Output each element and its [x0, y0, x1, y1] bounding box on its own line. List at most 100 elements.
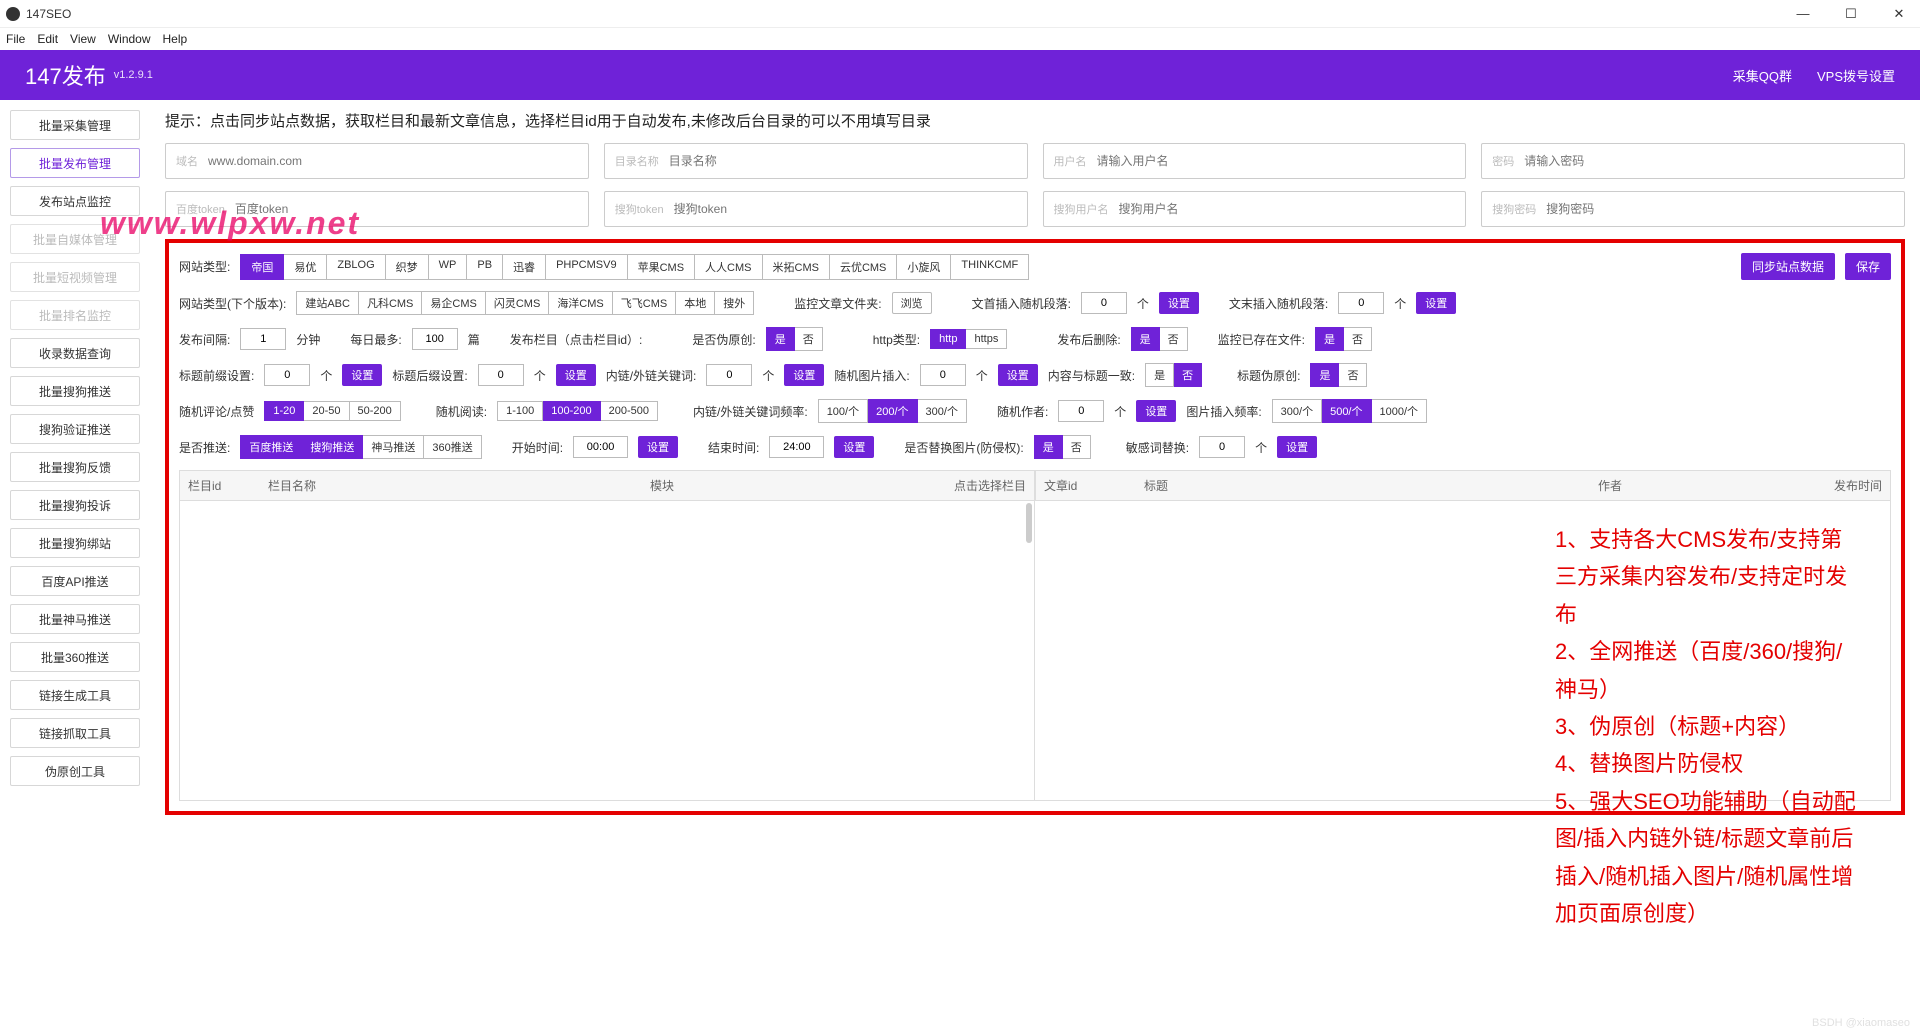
sensitive-input[interactable] — [1199, 436, 1245, 458]
commentSeg-opt-0[interactable]: 1-20 — [264, 401, 304, 421]
bdtoken-input[interactable] — [235, 202, 578, 216]
start-time-input[interactable] — [573, 436, 628, 458]
sidebar-item-11[interactable]: 批量搜狗绑站 — [10, 528, 140, 558]
pushSeg-opt-1[interactable]: 搜狗推送 — [302, 435, 363, 459]
columns-table-body[interactable] — [179, 501, 1035, 801]
scrollbar-thumb[interactable] — [1026, 503, 1032, 543]
cmsrow-opt-12[interactable]: 小旋风 — [897, 254, 951, 280]
imgfreqSeg-opt-2[interactable]: 1000/个 — [1372, 399, 1428, 423]
sidebar-item-8[interactable]: 搜狗验证推送 — [10, 414, 140, 444]
sgtoken-field[interactable]: 搜狗token — [604, 191, 1028, 227]
cmsrow-opt-0[interactable]: 帝国 — [240, 254, 284, 280]
dir-field[interactable]: 目录名称 — [604, 143, 1028, 179]
articles-table-body[interactable]: 1、支持各大CMS发布/支持第三方采集内容发布/支持定时发布2、全网推送（百度/… — [1035, 501, 1891, 801]
cmsnext-opt-0[interactable]: 建站ABC — [296, 291, 359, 315]
header-link-qq[interactable]: 采集QQ群 — [1733, 66, 1792, 85]
menu-file[interactable]: File — [6, 32, 25, 46]
sguser-field[interactable]: 搜狗用户名 — [1043, 191, 1467, 227]
cmsrow-opt-1[interactable]: 易优 — [284, 254, 327, 280]
head-set-button[interactable]: 设置 — [1159, 292, 1199, 314]
suffix-set-button[interactable]: 设置 — [556, 364, 596, 386]
cmsnext-opt-7[interactable]: 搜外 — [715, 291, 754, 315]
cmsnext-opt-4[interactable]: 海洋CMS — [549, 291, 612, 315]
sidebar-item-1[interactable]: 批量发布管理 — [10, 148, 140, 178]
interval-input[interactable] — [240, 328, 286, 350]
sidebar-item-13[interactable]: 批量神马推送 — [10, 604, 140, 634]
pass-field[interactable]: 密码 — [1481, 143, 1905, 179]
start-set-button[interactable]: 设置 — [638, 436, 678, 458]
cmsrow-opt-8[interactable]: 苹果CMS — [628, 254, 695, 280]
sidebar-item-15[interactable]: 链接生成工具 — [10, 680, 140, 710]
readSeg-opt-1[interactable]: 100-200 — [543, 401, 600, 421]
sgpass-field[interactable]: 搜狗密码 — [1481, 191, 1905, 227]
commentSeg-opt-2[interactable]: 50-200 — [350, 401, 401, 421]
pushSeg-opt-3[interactable]: 360推送 — [424, 435, 481, 459]
prefix-input[interactable] — [264, 364, 310, 386]
maximize-button[interactable]: ☐ — [1836, 6, 1866, 22]
kwfreqSeg-opt-0[interactable]: 100/个 — [818, 399, 868, 423]
cmsrow-opt-5[interactable]: PB — [467, 254, 503, 280]
sguser-input[interactable] — [1119, 202, 1456, 216]
head-num-input[interactable] — [1081, 292, 1127, 314]
minimize-button[interactable]: — — [1788, 6, 1818, 21]
header-link-vps[interactable]: VPS拨号设置 — [1817, 66, 1895, 85]
close-button[interactable]: ✕ — [1884, 6, 1914, 22]
cmsnext-opt-5[interactable]: 飞飞CMS — [613, 291, 676, 315]
kwfreqSeg-opt-2[interactable]: 300/个 — [918, 399, 967, 423]
sidebar-item-2[interactable]: 发布站点监控 — [10, 186, 140, 216]
sidebar-item-12[interactable]: 百度API推送 — [10, 566, 140, 596]
cmsrow-opt-13[interactable]: THINKCMF — [951, 254, 1029, 280]
pass-input[interactable] — [1524, 154, 1894, 168]
cmsnext-opt-2[interactable]: 易企CMS — [422, 291, 485, 315]
menu-edit[interactable]: Edit — [37, 32, 58, 46]
cmsrow-opt-11[interactable]: 云优CMS — [830, 254, 897, 280]
commentSeg-opt-1[interactable]: 20-50 — [304, 401, 349, 421]
tail-set-button[interactable]: 设置 — [1416, 292, 1456, 314]
imgfreqSeg-opt-1[interactable]: 500/个 — [1322, 399, 1371, 423]
cmsrow-opt-4[interactable]: WP — [429, 254, 468, 280]
cmsnext-opt-6[interactable]: 本地 — [676, 291, 715, 315]
cmsrow-opt-2[interactable]: ZBLOG — [327, 254, 385, 280]
cmsrow-opt-3[interactable]: 织梦 — [386, 254, 429, 280]
sidebar-item-16[interactable]: 链接抓取工具 — [10, 718, 140, 748]
cmsnext-opt-3[interactable]: 闪灵CMS — [486, 291, 549, 315]
sync-button[interactable]: 同步站点数据 — [1741, 253, 1835, 280]
sidebar-item-7[interactable]: 批量搜狗推送 — [10, 376, 140, 406]
save-button[interactable]: 保存 — [1845, 253, 1891, 280]
author-input[interactable] — [1058, 400, 1104, 422]
pushSeg-opt-2[interactable]: 神马推送 — [363, 435, 424, 459]
suffix-input[interactable] — [478, 364, 524, 386]
readSeg-opt-2[interactable]: 200-500 — [601, 401, 658, 421]
imgfreqSeg-opt-0[interactable]: 300/个 — [1272, 399, 1322, 423]
domain-input[interactable] — [208, 154, 578, 168]
keyword-set-button[interactable]: 设置 — [784, 364, 824, 386]
domain-field[interactable]: 域名 — [165, 143, 589, 179]
cmsrow-opt-9[interactable]: 人人CMS — [695, 254, 762, 280]
bdtoken-field[interactable]: 百度token — [165, 191, 589, 227]
sidebar-item-14[interactable]: 批量360推送 — [10, 642, 140, 672]
end-time-input[interactable] — [769, 436, 824, 458]
menu-help[interactable]: Help — [163, 32, 188, 46]
sidebar-item-10[interactable]: 批量搜狗投诉 — [10, 490, 140, 520]
sgpass-input[interactable] — [1546, 202, 1894, 216]
author-set-button[interactable]: 设置 — [1136, 400, 1176, 422]
sidebar-item-17[interactable]: 伪原创工具 — [10, 756, 140, 786]
end-set-button[interactable]: 设置 — [834, 436, 874, 458]
menu-window[interactable]: Window — [108, 32, 151, 46]
user-field[interactable]: 用户名 — [1043, 143, 1467, 179]
kwfreqSeg-opt-1[interactable]: 200/个 — [868, 399, 917, 423]
randimg-set-button[interactable]: 设置 — [998, 364, 1038, 386]
user-input[interactable] — [1097, 154, 1456, 168]
dir-input[interactable] — [669, 154, 1017, 168]
daily-input[interactable] — [412, 328, 458, 350]
sidebar-item-6[interactable]: 收录数据查询 — [10, 338, 140, 368]
sgtoken-input[interactable] — [674, 202, 1017, 216]
keyword-input[interactable] — [706, 364, 752, 386]
menu-view[interactable]: View — [70, 32, 96, 46]
tail-num-input[interactable] — [1338, 292, 1384, 314]
pushSeg-opt-0[interactable]: 百度推送 — [240, 435, 302, 459]
sidebar-item-0[interactable]: 批量采集管理 — [10, 110, 140, 140]
cmsrow-opt-6[interactable]: 迅睿 — [503, 254, 546, 280]
randimg-input[interactable] — [920, 364, 966, 386]
cmsrow-opt-10[interactable]: 米拓CMS — [763, 254, 830, 280]
